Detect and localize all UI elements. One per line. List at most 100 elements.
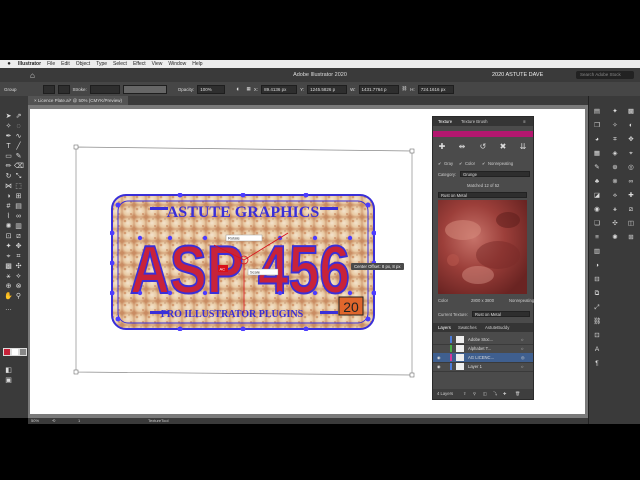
layer-target-icon[interactable]: ◎ <box>521 353 525 362</box>
layer-target-icon[interactable]: ○ <box>521 344 524 353</box>
tab-layers[interactable]: Layers <box>438 323 451 332</box>
new-sublayer-icon[interactable]: ⤵ <box>493 389 497 399</box>
dock-stroke-icon[interactable]: ≡ <box>593 234 601 242</box>
license-plate-artwork[interactable]: ASTUTE GRAPHICS ASP 456 PRO ILLUSTRATOR … <box>109 192 377 332</box>
dock-brushes-icon[interactable]: ✎ <box>593 164 601 172</box>
layer-row[interactable]: ◉ Layer 1 ○ <box>433 362 533 372</box>
category-select[interactable]: Grunge <box>460 171 530 177</box>
layer-color-chip <box>450 345 452 352</box>
tab-texture[interactable]: Texture <box>438 117 452 126</box>
dock-astute-3-icon[interactable]: ⌗ <box>611 136 619 144</box>
clipping-mask-icon[interactable]: ◫ <box>483 389 487 399</box>
dock-swatches-icon[interactable]: ▦ <box>593 150 601 158</box>
dock-astute-5-icon[interactable]: ⊕ <box>611 164 619 172</box>
locate-object-icon[interactable]: ⚲ <box>473 389 476 399</box>
dock-paragraph-icon[interactable]: ¶ <box>593 360 601 368</box>
dock-astute-16-icon[interactable]: ∞ <box>627 178 635 186</box>
dock-appearance-icon[interactable]: ◉ <box>593 206 601 214</box>
dock-astute-8-icon[interactable]: ⚹ <box>611 206 619 214</box>
transform-handle-tr[interactable] <box>409 148 415 154</box>
layer-thumbnail <box>456 336 464 343</box>
dock-pathfinder-icon[interactable]: ⧉ <box>593 290 601 298</box>
dock-libraries-icon[interactable]: ❒ <box>593 122 601 130</box>
layer-name[interactable]: Adobe Stoc... <box>468 335 493 344</box>
texture-color-bar[interactable] <box>433 131 533 137</box>
artboard-number[interactable]: 1 <box>78 418 80 424</box>
dock-astute-6-icon[interactable]: ⊗ <box>611 178 619 186</box>
tab-astutebuddy[interactable]: AstuteBuddy <box>485 323 509 332</box>
layer-name[interactable]: Alphabet T... <box>468 344 491 353</box>
current-texture-select[interactable]: Rust on Metal <box>472 311 530 317</box>
current-tool-status: TextureTool <box>148 418 169 423</box>
dock-properties-icon[interactable]: ▤ <box>593 108 601 116</box>
stack-texture-icon[interactable]: ⇊ <box>518 142 528 152</box>
reset-texture-icon[interactable]: ↺ <box>478 142 488 152</box>
texture-actions: ✚ ⇹ ↺ ✖ ⇊ <box>433 139 533 154</box>
dock-astute-19-icon[interactable]: ◫ <box>627 220 635 228</box>
layer-target-icon[interactable]: ○ <box>521 335 524 344</box>
dock-graphic-styles-icon[interactable]: ◪ <box>593 192 601 200</box>
dock-gradient-icon[interactable]: ▥ <box>593 248 601 256</box>
gray-label: Gray <box>444 161 454 166</box>
color-checkbox[interactable]: ✔ <box>459 161 463 166</box>
panel-menu-icon[interactable]: ≡ <box>523 117 526 126</box>
transform-handle-bl[interactable] <box>73 369 79 375</box>
texture-mode: Nonrepeating <box>509 298 535 303</box>
texture-panel-tabs: Texture Texture Brush ≡ <box>433 117 533 126</box>
dock-astute-14-icon[interactable]: ⌖ <box>627 150 635 158</box>
new-layer-icon[interactable]: ✚ <box>503 389 507 399</box>
dock-transform-icon[interactable]: ⤢ <box>593 304 601 312</box>
dock-astute-11-icon[interactable]: ▩ <box>627 108 635 116</box>
dock-color-icon[interactable]: ◕ <box>593 136 601 144</box>
plate-main-text: ASP 456 <box>130 232 350 308</box>
dock-astute-4-icon[interactable]: ◈ <box>611 150 619 158</box>
dock-layers-icon[interactable]: ❏ <box>593 220 601 228</box>
center-offset-tooltip: Center Offset: 8 px, 8 px <box>351 263 404 270</box>
dock-transparency-icon[interactable]: ◑ <box>593 262 601 270</box>
gray-checkbox[interactable]: ✔ <box>438 161 442 166</box>
transform-handle-br[interactable] <box>409 372 415 378</box>
dock-astute-1-icon[interactable]: ✦ <box>611 108 619 116</box>
nonrepeating-label: Nonrepeating <box>488 161 514 166</box>
dock-astute-18-icon[interactable]: ⧄ <box>627 206 635 214</box>
delete-layer-icon[interactable]: 🗑 <box>515 389 520 399</box>
texture-name-select[interactable]: Rust on Metal <box>438 192 527 198</box>
visibility-eye-icon[interactable]: ◉ <box>437 353 441 362</box>
dock-align-icon[interactable]: ⊟ <box>593 276 601 284</box>
tab-swatches[interactable]: Swatches <box>458 323 477 332</box>
dock-artboards-icon[interactable]: ⊡ <box>593 332 601 340</box>
visibility-eye-icon[interactable]: ◉ <box>437 362 441 371</box>
dock-astute-15-icon[interactable]: ◎ <box>627 164 635 172</box>
dock-astute-10-icon[interactable]: ✺ <box>611 234 619 242</box>
dock-character-icon[interactable]: A <box>593 346 601 354</box>
current-texture-label: Current Texture: <box>438 312 468 317</box>
dock-links-icon[interactable]: ⛓ <box>593 318 601 326</box>
dock-astute-17-icon[interactable]: ✚ <box>627 192 635 200</box>
plate-bottom-text: PRO ILLUSTRATOR PLUGINS <box>161 309 304 320</box>
layer-name[interactable]: AG LICENC... <box>468 353 494 362</box>
layer-target-icon[interactable]: ○ <box>521 362 524 371</box>
texture-color-label: Color <box>438 298 449 303</box>
dock-astute-7-icon[interactable]: ⟡ <box>611 192 619 200</box>
dock-astute-2-icon[interactable]: ✧ <box>611 122 619 130</box>
panel-dock: ▤ ❒ ◕ ▦ ✎ ♣ ◪ ◉ ❏ ≡ ▥ ◑ ⊟ ⧉ ⤢ ⛓ ⊡ A ¶ ✦ … <box>588 96 640 424</box>
dock-astute-9-icon[interactable]: ✣ <box>611 220 619 228</box>
texture-preview[interactable] <box>438 200 527 294</box>
dock-astute-13-icon[interactable]: ✥ <box>627 136 635 144</box>
tab-texture-brush[interactable]: Texture Brush <box>461 117 488 126</box>
license-plate-graphic: ASTUTE GRAPHICS ASP 456 PRO ILLUSTRATOR … <box>109 192 377 332</box>
dock-symbols-icon[interactable]: ♣ <box>593 178 601 186</box>
zoom-level[interactable]: 50% <box>31 418 39 424</box>
dock-astute-12-icon[interactable]: ◐ <box>627 122 635 130</box>
layer-name[interactable]: Layer 1 <box>468 362 482 371</box>
export-icon[interactable]: ⇪ <box>463 389 467 399</box>
add-texture-icon[interactable]: ✚ <box>437 142 447 152</box>
rotate-view-icon[interactable]: ⟲ <box>52 418 55 424</box>
texture-panel: Texture Texture Brush ≡ ✚ ⇹ ↺ ✖ ⇊ ✔ Gray… <box>432 116 534 400</box>
delete-texture-icon[interactable]: ✖ <box>498 142 508 152</box>
nonrepeating-checkbox[interactable]: ✔ <box>482 161 486 166</box>
layer-count: 4 Layers <box>437 391 454 396</box>
dock-astute-20-icon[interactable]: ⊞ <box>627 234 635 242</box>
fit-texture-icon[interactable]: ⇹ <box>457 142 467 152</box>
transform-handle-tl[interactable] <box>73 144 79 150</box>
